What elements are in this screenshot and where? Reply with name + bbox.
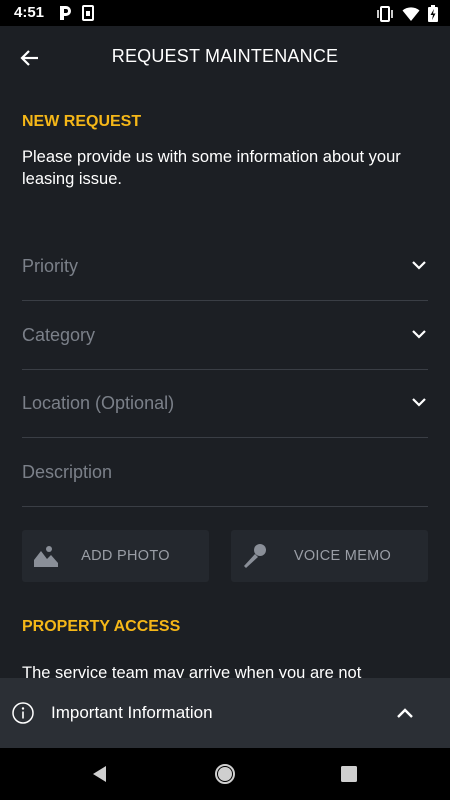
sim-card-icon bbox=[82, 5, 94, 21]
add-photo-button[interactable]: ADD PHOTO bbox=[22, 530, 209, 582]
nav-home-icon[interactable] bbox=[213, 762, 237, 786]
wifi-icon bbox=[402, 6, 420, 22]
vibrate-icon bbox=[376, 5, 394, 22]
description-field[interactable]: Description bbox=[22, 438, 428, 507]
category-select[interactable]: Category bbox=[22, 301, 428, 370]
important-information-panel[interactable]: Important Information bbox=[0, 678, 450, 748]
chevron-down-icon bbox=[412, 261, 426, 270]
status-bar: 4:51 bbox=[0, 0, 450, 26]
chevron-down-icon bbox=[412, 398, 426, 407]
description-placeholder: Description bbox=[22, 462, 113, 482]
info-icon bbox=[12, 702, 34, 724]
location-label: Location (Optional) bbox=[22, 393, 175, 413]
voice-memo-button[interactable]: VOICE MEMO bbox=[231, 530, 428, 582]
maintenance-request-screen: 4:51 REQUEST MAINTENANCE NEW REQUEST Ple… bbox=[0, 0, 450, 800]
nav-back-icon[interactable] bbox=[88, 762, 112, 786]
add-photo-label: ADD PHOTO bbox=[81, 548, 170, 564]
voice-memo-label: VOICE MEMO bbox=[293, 548, 392, 564]
system-navigation-bar bbox=[0, 748, 450, 800]
priority-label: Priority bbox=[22, 256, 79, 276]
nav-recents-icon[interactable] bbox=[337, 762, 361, 786]
property-access-heading: PROPERTY ACCESS bbox=[22, 618, 181, 635]
battery-charging-icon bbox=[428, 5, 438, 22]
location-select[interactable]: Location (Optional) bbox=[22, 369, 428, 438]
chevron-up-icon[interactable] bbox=[394, 702, 416, 724]
status-time: 4:51 bbox=[14, 4, 45, 21]
app-bar: REQUEST MAINTENANCE bbox=[0, 26, 450, 88]
intro-text: Please provide us with some information … bbox=[22, 148, 401, 188]
new-request-heading: NEW REQUEST bbox=[22, 113, 142, 130]
page-title: REQUEST MAINTENANCE bbox=[111, 46, 339, 66]
category-label: Category bbox=[22, 325, 96, 345]
chevron-down-icon bbox=[412, 330, 426, 339]
important-information-label: Important Information bbox=[51, 703, 213, 722]
parking-app-icon bbox=[58, 5, 72, 21]
priority-select[interactable]: Priority bbox=[22, 232, 428, 301]
